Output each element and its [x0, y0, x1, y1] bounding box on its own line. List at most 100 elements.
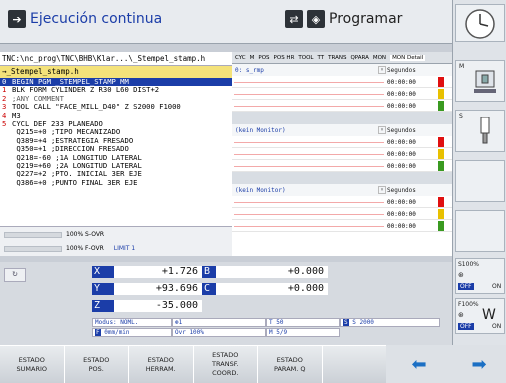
axis-name: B: [202, 266, 216, 278]
tab-pos-hr[interactable]: POS HR: [274, 55, 295, 61]
monitor-trace: [234, 166, 384, 167]
feed-override-bar: [4, 245, 62, 252]
edit-program-icon: ◈: [307, 10, 325, 28]
monitor-row: 00:00:00: [232, 208, 452, 220]
spindle-override-control[interactable]: S100% ⊛ OFF ON: [455, 258, 505, 294]
sidebar-blank-1[interactable]: [455, 160, 505, 202]
override-panel: 100% S-OVR 100% F-OVR LIMIT 1: [0, 226, 232, 256]
clock-button[interactable]: [455, 4, 505, 42]
monitor-name: (kein Monitor): [235, 126, 286, 134]
axis-row-b: B +0.000: [202, 266, 328, 278]
tab-tt[interactable]: TT: [317, 55, 324, 61]
softkey-label: HERRAM.: [145, 364, 176, 373]
monitor-panel: 0: s_rmp × Segundos 00:00:00 00:00:00 00:00:0…: [232, 64, 452, 256]
softkey-label: COORD.: [212, 369, 239, 377]
status-modus: Modus: NOML.: [92, 318, 172, 327]
status-spindle: S S 2000: [340, 318, 440, 327]
axis-row-z: Z -35.000: [92, 300, 202, 312]
monitor-status-color: [438, 209, 444, 219]
line-number: 5: [2, 118, 7, 128]
tab-trans[interactable]: TRANS: [328, 55, 346, 61]
tab-qpara[interactable]: QPARA: [350, 55, 368, 61]
monitor-row: 00:00:00: [232, 196, 452, 208]
monitor-status-color: [438, 197, 444, 207]
softkey-back-arrow[interactable]: ⬅: [386, 345, 452, 383]
monitor-trace: [234, 106, 384, 107]
f-icon: F: [95, 329, 101, 336]
monitor-row: 00:00:00: [232, 160, 452, 172]
monitor-trace: [234, 214, 384, 215]
tab-tool[interactable]: TOOL: [298, 55, 313, 61]
monitor-separator: [232, 112, 452, 124]
refresh-icon[interactable]: ↻: [4, 268, 26, 282]
monitor-time: 00:00:00: [387, 79, 416, 86]
softkey-label: SUMARIO: [16, 364, 48, 373]
close-icon[interactable]: ×: [378, 126, 386, 134]
axis-value: +1.726: [114, 266, 202, 278]
arrow-left-icon: ⬅: [411, 353, 427, 375]
softkey-1[interactable]: ESTADO SUMARIO: [0, 345, 65, 383]
softkey-4[interactable]: ESTADO TRANSF. COORD.: [193, 345, 258, 383]
spindle-tool-icon: [480, 117, 490, 144]
softkey-3[interactable]: ESTADO HERRAM.: [129, 345, 194, 383]
softkey-label: PARAM. Q: [273, 364, 306, 373]
softkey-label: ESTADO: [212, 351, 239, 359]
switch-mode-icon: ⇄: [285, 10, 303, 28]
monitor-time: 00:00:00: [387, 211, 416, 218]
monitor-unit: Segundos: [387, 126, 416, 134]
monitor-time: 00:00:00: [387, 223, 416, 230]
softkey-bar: ESTADO SUMARIO ESTADO POS. ESTADO HERRAM. ESTA…: [0, 345, 452, 383]
close-icon[interactable]: ×: [378, 186, 386, 194]
status-tool: T 50: [266, 318, 340, 327]
axis-name: Z: [92, 300, 114, 312]
program-path: TNC:\nc_prog\TNC\BHB\Klar...\_Stempel_st…: [0, 52, 232, 66]
axis-value: +0.000: [216, 266, 328, 278]
axis-value: -35.000: [114, 300, 202, 312]
monitor-status-color: [438, 101, 444, 111]
monitor-time: 00:00:00: [387, 151, 416, 158]
softkey-label: ESTADO: [276, 355, 303, 364]
program-listing[interactable]: 0 BEGIN PGM _STEMPEL_STAMP MM 1 BLK FORM CY…: [0, 78, 232, 226]
axis-value: +0.000: [216, 283, 328, 295]
sidebar-blank-2[interactable]: [455, 210, 505, 252]
feed-override-control[interactable]: F100% ⊛ W OFF ON: [455, 298, 505, 334]
s-function-button[interactable]: S: [455, 110, 505, 152]
axis-row-c: C +0.000: [202, 283, 328, 295]
monitor-time: 00:00:00: [387, 91, 416, 98]
monitor-time: 00:00:00: [387, 103, 416, 110]
tab-pos[interactable]: POS: [258, 55, 269, 61]
program-line[interactable]: Q386=+0 ;PUNTO FINAL 3ER EJE: [0, 177, 232, 187]
top-bar: ➔ Ejecución continua ⇄ ◈ Programar: [0, 0, 452, 44]
softkey-5[interactable]: ESTADO PARAM. Q: [258, 345, 323, 383]
softkey-label: ESTADO: [147, 355, 174, 364]
right-sidebar: M S S100% ⊛ OFF ON F100% ⊛ W OFF ON: [452, 0, 506, 383]
monitor-group-header: (kein Monitor) × Segundos: [232, 184, 452, 196]
mode-programar[interactable]: ⇄ ◈ Programar: [285, 10, 402, 28]
axis-name: C: [202, 283, 216, 295]
monitor-trace: [234, 142, 384, 143]
tab-m[interactable]: M: [250, 55, 255, 61]
monitor-status-color: [438, 161, 444, 171]
mode-ejecucion-continua[interactable]: ➔ Ejecución continua: [8, 10, 162, 28]
clock-icon: [465, 9, 495, 39]
softkey-2[interactable]: ESTADO POS.: [64, 345, 129, 383]
tab-mon[interactable]: MON: [373, 55, 386, 61]
tab-mon-detail[interactable]: MON Detail: [390, 54, 426, 61]
monitor-status-color: [438, 77, 444, 87]
monitor-name: 0: s_rmp: [235, 66, 264, 74]
mode-program-label: Programar: [329, 11, 403, 27]
softkey-6[interactable]: [322, 345, 387, 383]
m-function-button[interactable]: M: [455, 60, 505, 102]
axis-row-y: Y +93.696: [92, 283, 202, 295]
tab-cyc[interactable]: CYC: [235, 55, 246, 61]
close-icon[interactable]: ×: [378, 66, 386, 74]
softkey-label: ESTADO: [83, 355, 110, 364]
line-text: Q386=+0 ;PUNTO FINAL 3ER EJE: [12, 177, 138, 187]
s-icon: S: [343, 319, 349, 326]
program-run-icon: ➔: [8, 10, 26, 28]
feed-override: 100% F-OVR LIMIT 1: [4, 245, 135, 252]
softkey-forward-arrow[interactable]: ➡: [452, 345, 506, 383]
monitor-unit: Segundos: [387, 66, 416, 74]
program-line[interactable]: 3 TOOL CALL "FACE_MILL_D40" Z S2000 F1000: [0, 102, 232, 111]
monitor-trace: [234, 94, 384, 95]
